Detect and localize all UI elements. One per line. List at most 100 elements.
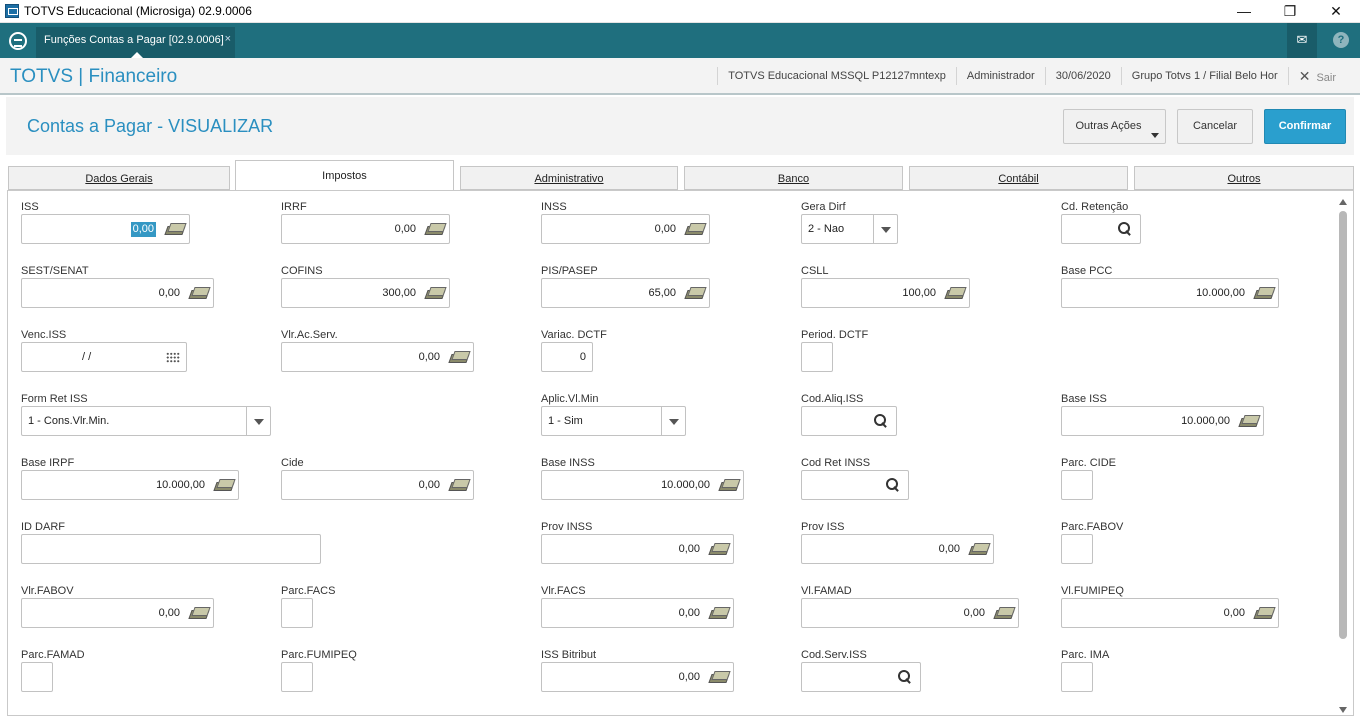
money-icon[interactable] — [686, 223, 704, 234]
date-label: 30/06/2020 — [1044, 66, 1121, 85]
period-dctf-field[interactable] — [801, 342, 833, 372]
base-irpf-value: 10.000,00 — [156, 479, 205, 491]
base-inss-value: 10.000,00 — [661, 479, 710, 491]
money-icon[interactable] — [710, 607, 728, 618]
cide-field[interactable]: 0,00 — [281, 470, 474, 500]
cod-serv-iss-field[interactable] — [801, 662, 921, 692]
page-title: Contas a Pagar - VISUALIZAR — [27, 116, 274, 136]
iss-bitribut-field[interactable]: 0,00 — [541, 662, 734, 692]
tab-banco[interactable]: Banco — [684, 166, 903, 190]
search-icon[interactable] — [886, 478, 900, 492]
gera-dirf-select[interactable]: 2 - Nao — [801, 214, 898, 244]
parc-cide-label: Parc. CIDE — [1061, 457, 1117, 469]
vl-fumipeq-field[interactable]: 0,00 — [1061, 598, 1279, 628]
parc-fumipeq-field[interactable] — [281, 662, 313, 692]
other-actions-button[interactable]: Outras Ações — [1063, 109, 1166, 144]
search-icon[interactable] — [1118, 222, 1132, 236]
tab-contabil[interactable]: Contábil — [909, 166, 1128, 190]
prov-inss-field[interactable]: 0,00 — [541, 534, 734, 564]
csll-field[interactable]: 100,00 — [801, 278, 970, 308]
irrf-field[interactable]: 0,00 — [281, 214, 450, 244]
money-icon[interactable] — [166, 223, 184, 234]
parc-famad-field[interactable] — [21, 662, 53, 692]
money-icon[interactable] — [970, 543, 988, 554]
vertical-scrollbar[interactable] — [1336, 195, 1350, 715]
money-icon[interactable] — [450, 351, 468, 362]
help-button[interactable]: ? — [1326, 23, 1356, 58]
money-icon[interactable] — [710, 671, 728, 682]
cofins-field[interactable]: 300,00 — [281, 278, 450, 308]
close-tab-icon[interactable]: × — [225, 33, 231, 45]
scroll-down-icon[interactable] — [1339, 707, 1347, 713]
money-icon[interactable] — [450, 479, 468, 490]
money-icon[interactable] — [720, 479, 738, 490]
aplic-vl-min-value: 1 - Sim — [548, 415, 583, 427]
base-inss-field[interactable]: 10.000,00 — [541, 470, 744, 500]
tab-impostos[interactable]: Impostos — [235, 160, 454, 191]
inss-field[interactable]: 0,00 — [541, 214, 710, 244]
money-icon[interactable] — [946, 287, 964, 298]
scroll-up-icon[interactable] — [1339, 199, 1347, 205]
parc-cide-field[interactable] — [1061, 470, 1093, 500]
chevron-down-icon[interactable] — [873, 215, 897, 243]
mail-icon[interactable]: ✉ — [1287, 23, 1317, 58]
parc-facs-field[interactable] — [281, 598, 313, 628]
maximize-button[interactable]: ❐ — [1267, 0, 1313, 23]
pis-pasep-field[interactable]: 65,00 — [541, 278, 710, 308]
parc-ima-field[interactable] — [1061, 662, 1093, 692]
tab-outros[interactable]: Outros — [1134, 166, 1354, 190]
search-icon[interactable] — [874, 414, 888, 428]
scrollbar-thumb[interactable] — [1339, 211, 1347, 639]
close-window-button[interactable]: ✕ — [1313, 0, 1359, 23]
parc-fumipeq-label: Parc.FUMIPEQ — [281, 649, 357, 661]
base-iss-label: Base ISS — [1061, 393, 1107, 405]
vl-famad-field[interactable]: 0,00 — [801, 598, 1019, 628]
cod-aliq-iss-field[interactable] — [801, 406, 897, 436]
prov-iss-field[interactable]: 0,00 — [801, 534, 994, 564]
cancel-button[interactable]: Cancelar — [1177, 109, 1253, 144]
money-icon[interactable] — [995, 607, 1013, 618]
search-icon[interactable] — [898, 670, 912, 684]
money-icon[interactable] — [686, 287, 704, 298]
sest-senat-field[interactable]: 0,00 — [21, 278, 214, 308]
form-ret-iss-select[interactable]: 1 - Cons.Vlr.Min. — [21, 406, 271, 436]
venc-iss-date-field[interactable]: / / — [21, 342, 187, 372]
open-routine-tab[interactable]: Funções Contas a Pagar [02.9.0006] × — [36, 27, 235, 58]
parc-fabov-field[interactable] — [1061, 534, 1093, 564]
money-icon[interactable] — [426, 287, 444, 298]
minimize-button[interactable]: — — [1221, 0, 1267, 23]
vlr-facs-field[interactable]: 0,00 — [541, 598, 734, 628]
id-darf-field[interactable] — [21, 534, 321, 564]
chevron-down-icon[interactable] — [661, 407, 685, 435]
money-icon[interactable] — [190, 287, 208, 298]
base-iss-field[interactable]: 10.000,00 — [1061, 406, 1264, 436]
base-irpf-field[interactable]: 10.000,00 — [21, 470, 239, 500]
prov-inss-value: 0,00 — [678, 543, 700, 555]
gera-dirf-value: 2 - Nao — [808, 223, 845, 235]
iss-field[interactable]: 0,00 — [21, 214, 190, 244]
cod-ret-inss-field[interactable] — [801, 470, 909, 500]
money-icon[interactable] — [1240, 415, 1258, 426]
cd-retencao-field[interactable] — [1061, 214, 1141, 244]
cod-ret-inss-label: Cod Ret INSS — [801, 457, 871, 469]
form-ret-iss-value: 1 - Cons.Vlr.Min. — [28, 415, 110, 427]
vlr-fabov-field[interactable]: 0,00 — [21, 598, 214, 628]
aplic-vl-min-select[interactable]: 1 - Sim — [541, 406, 686, 436]
money-icon[interactable] — [1255, 607, 1273, 618]
chevron-down-icon[interactable] — [246, 407, 270, 435]
variac-dctf-field[interactable]: 0 — [541, 342, 593, 372]
tab-administrativo[interactable]: Administrativo — [460, 166, 678, 190]
totvs-logo-icon[interactable] — [9, 32, 27, 50]
money-icon[interactable] — [426, 223, 444, 234]
base-pcc-field[interactable]: 10.000,00 — [1061, 278, 1279, 308]
money-icon[interactable] — [215, 479, 233, 490]
money-icon[interactable] — [190, 607, 208, 618]
exit-button[interactable]: ✕ Sair — [1287, 66, 1346, 85]
calendar-icon[interactable] — [166, 352, 180, 363]
confirm-button[interactable]: Confirmar — [1264, 109, 1346, 144]
money-icon[interactable] — [1255, 287, 1273, 298]
tab-dados-gerais[interactable]: Dados Gerais — [8, 166, 230, 190]
cide-value: 0,00 — [418, 479, 440, 491]
money-icon[interactable] — [710, 543, 728, 554]
vlr-ac-serv-field[interactable]: 0,00 — [281, 342, 474, 372]
